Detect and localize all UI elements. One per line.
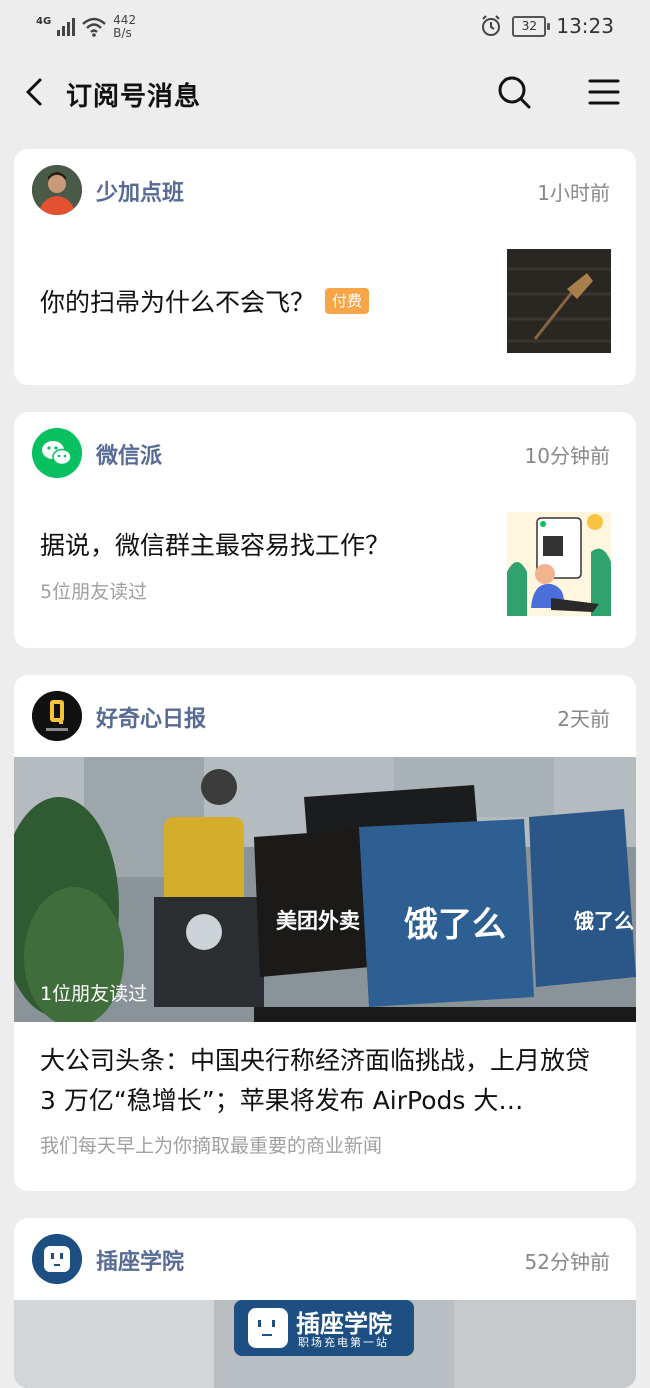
post-time: 10分钟前 [524,444,610,468]
socket-logo-icon [32,1234,82,1284]
post-time: 1小时前 [537,181,610,205]
article-card[interactable]: 好奇心日报 2天前 美团外卖 饿了么 饿了么 1位朋友读过 大公司头条：中国央行… [14,675,636,1191]
article-card[interactable]: 微信派 10分钟前 据说，微信群主最容易找工作？ 5位朋友读过 [14,412,636,648]
broom-image [507,249,611,353]
post-time: 2天前 [557,707,610,731]
banner-subtitle: 职场充电第一站 [298,1336,389,1349]
network-type: 4G [36,15,52,27]
article-title[interactable]: 你的扫帚为什么不会飞？ 付费 [40,283,370,323]
account-name[interactable]: 插座学院 [96,1244,184,1276]
nav-bar: 订阅号消息 [0,54,650,132]
battery-icon: 32 [512,15,551,37]
article-title[interactable]: 大公司头条：中国央行称经济面临挑战，上月放贷 3 万亿“稳增长”；苹果将发布 A… [40,1041,612,1121]
account-name[interactable]: 微信派 [96,438,162,470]
article-title[interactable]: 据说，微信群主最容易找工作？ [40,526,390,566]
avatar[interactable] [32,428,82,478]
back-icon[interactable] [20,76,52,108]
article-title-text[interactable]: 你的扫帚为什么不会飞？ [40,288,315,317]
article-summary: 我们每天早上为你摘取最重要的商业新闻 [40,1135,383,1157]
friends-read-overlay: 1位朋友读过 [40,983,148,1005]
status-bar: 4G 442 B/s 32 13:23 [0,0,650,54]
qdaily-logo-icon [32,691,82,741]
signal-icon [57,18,76,36]
search-icon[interactable] [496,74,532,110]
article-thumbnail[interactable] [507,512,611,616]
wifi-icon [82,17,106,37]
illustration-image [507,512,611,616]
menu-icon[interactable] [586,74,622,110]
cover-image[interactable]: 美团外卖 饿了么 饿了么 1位朋友读过 [14,757,636,1022]
alarm-icon [482,15,501,36]
paid-badge: 付费 [325,288,370,314]
avatar[interactable] [32,165,82,215]
account-name[interactable]: 少加点班 [96,175,184,207]
account-name[interactable]: 好奇心日报 [96,701,206,733]
net-speed: 442 B/s [113,14,136,40]
cover-image[interactable]: 插座学院 职场充电第一站 [14,1300,636,1388]
status-left: 4G 442 B/s [36,12,136,42]
card-header[interactable]: 插座学院 52分钟前 [14,1218,636,1300]
avatar[interactable] [32,691,82,741]
article-thumbnail[interactable] [507,249,611,353]
status-right: 32 13:23 [480,14,614,38]
person-avatar-icon [32,165,82,215]
card-header[interactable]: 好奇心日报 2天前 [14,675,636,757]
article-card[interactable]: 少加点班 1小时前 你的扫帚为什么不会飞？ 付费 [14,149,636,385]
post-time: 52分钟前 [524,1250,610,1274]
card-header[interactable]: 少加点班 1小时前 [14,149,636,231]
avatar[interactable] [32,1234,82,1284]
clock: 13:23 [556,14,614,38]
page-title: 订阅号消息 [66,82,202,112]
article-card[interactable]: 插座学院 52分钟前 插座学院 职场充电第一站 [14,1218,636,1388]
box-left-label: 美团外卖 [276,909,360,933]
friends-read: 5位朋友读过 [40,581,148,603]
net-speed-unit: B/s [113,26,132,40]
box-far-label: 饿了么 [574,909,634,933]
card-header[interactable]: 微信派 10分钟前 [14,412,636,494]
box-right-label: 饿了么 [404,905,506,945]
wechat-logo-icon [32,428,82,478]
